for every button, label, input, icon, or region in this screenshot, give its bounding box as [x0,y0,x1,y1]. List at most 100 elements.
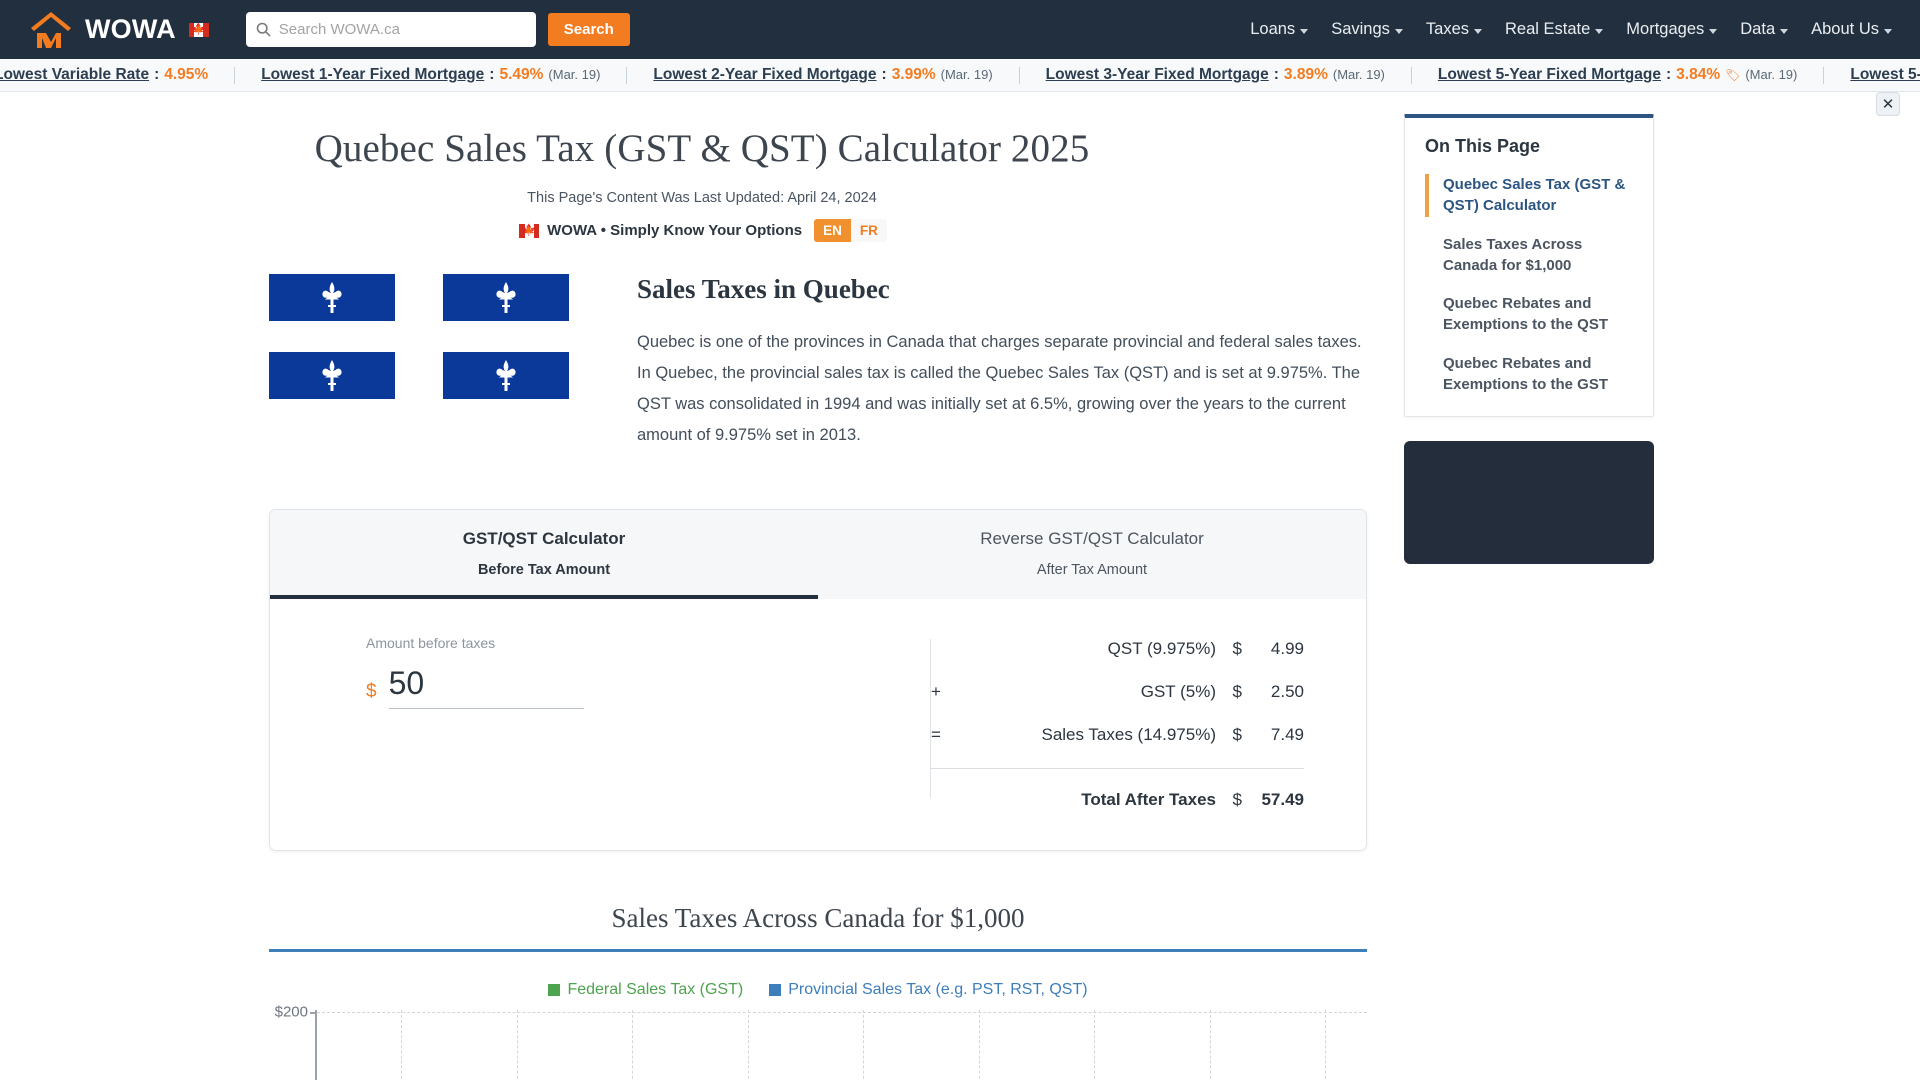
language-button-fr[interactable]: FR [850,219,887,242]
calculator-results-panel: QST (9.975%) $ 4.99 + GST (5%) $ 2.50 = … [931,635,1366,810]
ticker-item[interactable]: Lowest Variable Rate: 4.95% [0,66,234,84]
ticker-label: Lowest 3-Year Fixed Mortgage [1045,66,1269,83]
calculator-tabs: GST/QST Calculator Before Tax Amount Rev… [270,510,1366,600]
ticker-item[interactable]: Lowest 1-Year Fixed Mortgage: 5.49% (Mar… [235,66,626,84]
intro-section: Sales Taxes in Quebec Quebec is one of t… [0,274,1404,451]
gridline-vertical [632,1010,633,1080]
y-tick-label: $200 [274,1003,308,1021]
tab-gst-qst-calculator[interactable]: GST/QST Calculator Before Tax Amount [270,510,818,600]
currency-symbol-icon: $ [366,681,377,703]
toc-item-quebec-rebates-qst[interactable]: Quebec Rebates and Exemptions to the QST [1425,293,1633,336]
chart-title-rule [269,949,1367,953]
language-toggle: EN FR [814,219,887,242]
chart-y-axis: $200 $150 $100 [269,1004,315,1080]
result-value: 4.99 [1270,639,1304,659]
tag-icon: 🏷 [1725,68,1741,82]
search-input[interactable] [278,21,526,38]
chevron-down-icon [1474,28,1482,34]
ticker-label: Lowest 5-Year Fixed Mortgage [1437,66,1661,83]
last-updated-text: This Page's Content Was Last Updated: Ap… [527,190,877,206]
toc-item-sales-taxes-across-canada[interactable]: Sales Taxes Across Canada for $1,000 [1425,234,1633,277]
language-button-en[interactable]: EN [814,219,851,242]
close-icon[interactable]: ✕ [1876,92,1900,116]
chart-plot-area [310,1010,1367,1080]
rate-ticker-bar[interactable]: Lowest Variable Rate: 4.95% Lowest 1-Yea… [0,59,1920,92]
menu-item-label: Loans [1250,20,1296,38]
main-content-column: Quebec Sales Tax (GST & QST) Calculator … [0,92,1404,1080]
tab-reverse-gst-qst-calculator[interactable]: Reverse GST/QST Calculator After Tax Amo… [818,510,1366,599]
gridline-vertical [1325,1010,1326,1080]
menu-item-taxes[interactable]: Taxes [1426,20,1482,39]
search-box[interactable] [245,12,536,47]
ticker-date: (Mar. 19) [548,67,601,82]
menu-item-label: Real Estate [1505,20,1591,38]
total-value: 57.49 [1261,790,1304,810]
ticker-label: Lowest 1-Year Fixed Mortgage [261,66,485,83]
gst-qst-calculator: GST/QST Calculator Before Tax Amount Rev… [269,509,1367,852]
toc-heading: On This Page [1425,136,1541,156]
menu-item-label: About Us [1811,20,1879,38]
result-value: 2.50 [1270,682,1304,702]
axis-tick [310,1012,317,1015]
currency-symbol: $ [1232,725,1242,745]
total-label: Total After Taxes [1081,790,1216,810]
ticker-label: Lowest Variable Rate [0,66,150,83]
result-label: Sales Taxes (14.975%) [1041,725,1216,745]
ticker-item[interactable]: Lowest 2-Year Fixed Mortgage: 3.99% (Mar… [627,66,1018,84]
brand-logo[interactable]: WOWA 🍁 [28,9,209,51]
gridline-vertical [747,1010,749,1080]
ticker-rate: 4.95% [164,66,209,83]
right-sidebar: On This Page Quebec Sales Tax (GST & QST… [1404,92,1920,1080]
legend-label: Provincial Sales Tax (e.g. PST, RST, QST… [788,981,1088,999]
rate-ticker-track: Lowest Variable Rate: 4.95% Lowest 1-Yea… [0,66,1920,84]
legend-item-federal[interactable]: Federal Sales Tax (GST) [548,981,743,999]
menu-item-savings[interactable]: Savings [1331,20,1403,39]
menu-item-loans[interactable]: Loans [1250,20,1309,39]
menu-item-label: Taxes [1425,20,1469,38]
intro-text-block: Sales Taxes in Quebec Quebec is one of t… [637,274,1362,451]
chevron-down-icon [1780,28,1789,34]
ticker-label: Lowest 2-Year Fixed Mortgage [653,66,877,83]
legend-item-provincial[interactable]: Provincial Sales Tax (e.g. PST, RST, QST… [769,981,1088,999]
intro-paragraph: Quebec is one of the provinces in Canada… [637,333,1362,445]
section-heading: Sales Taxes in Quebec [637,274,890,304]
operator: = [931,725,941,745]
page-title: Quebec Sales Tax (GST & QST) Calculator … [314,127,1090,170]
amount-input-row: $ [366,665,930,710]
tab-title: GST/QST Calculator [462,529,626,549]
top-navigation-bar: WOWA 🍁 Search Loans Savings Taxes [0,0,1920,59]
ticker-item[interactable]: Lowest 5-Year Variable [1824,66,1920,84]
menu-item-real-estate[interactable]: Real Estate [1505,20,1604,39]
chevron-down-icon [1709,28,1718,34]
ticker-item[interactable]: Lowest 3-Year Fixed Mortgage: 3.89% (Mar… [1020,66,1411,84]
main-menu: Loans Savings Taxes Real Estate Mortgage… [1250,20,1898,39]
chart-plot: $200 $150 $100 [269,1004,1367,1080]
gridline-vertical [978,1010,980,1080]
byline-row: 🍁 WOWA • Simply Know Your Options EN FR [0,219,1404,242]
menu-item-mortgages[interactable]: Mortgages [1626,20,1718,39]
ticker-item[interactable]: Lowest 5-Year Fixed Mortgage: 3.84% 🏷 (M… [1412,66,1823,84]
chevron-down-icon [1394,28,1403,34]
menu-item-about-us[interactable]: About Us [1811,20,1892,39]
ticker-rate: 3.84% [1676,66,1721,83]
search-button[interactable]: Search [547,13,630,46]
menu-item-data[interactable]: Data [1740,20,1789,39]
page-body: Quebec Sales Tax (GST & QST) Calculator … [0,92,1920,1080]
toc-item-quebec-sales-tax-calculator[interactable]: Quebec Sales Tax (GST & QST) Calculator [1425,174,1633,217]
ticker-rate: 3.89% [1283,66,1328,83]
search-icon [256,22,271,37]
menu-item-label: Savings [1331,20,1390,38]
legend-label: Federal Sales Tax (GST) [567,981,744,999]
search-area: Search [245,12,630,47]
result-row-qst: QST (9.975%) $ 4.99 [931,639,1304,659]
amount-input[interactable] [388,665,584,710]
operator: + [931,682,941,702]
on-this-page-card: On This Page Quebec Sales Tax (GST & QST… [1404,114,1654,418]
chevron-down-icon [1884,28,1892,34]
tab-subtitle: Before Tax Amount [477,562,611,579]
toc-item-quebec-rebates-gst[interactable]: Quebec Rebates and Exemptions to the GST [1425,353,1633,396]
menu-item-label: Mortgages [1626,20,1705,38]
advertisement-placeholder[interactable] [1404,441,1654,565]
quebec-flag-grid [269,274,569,451]
legend-swatch-green [548,984,561,997]
